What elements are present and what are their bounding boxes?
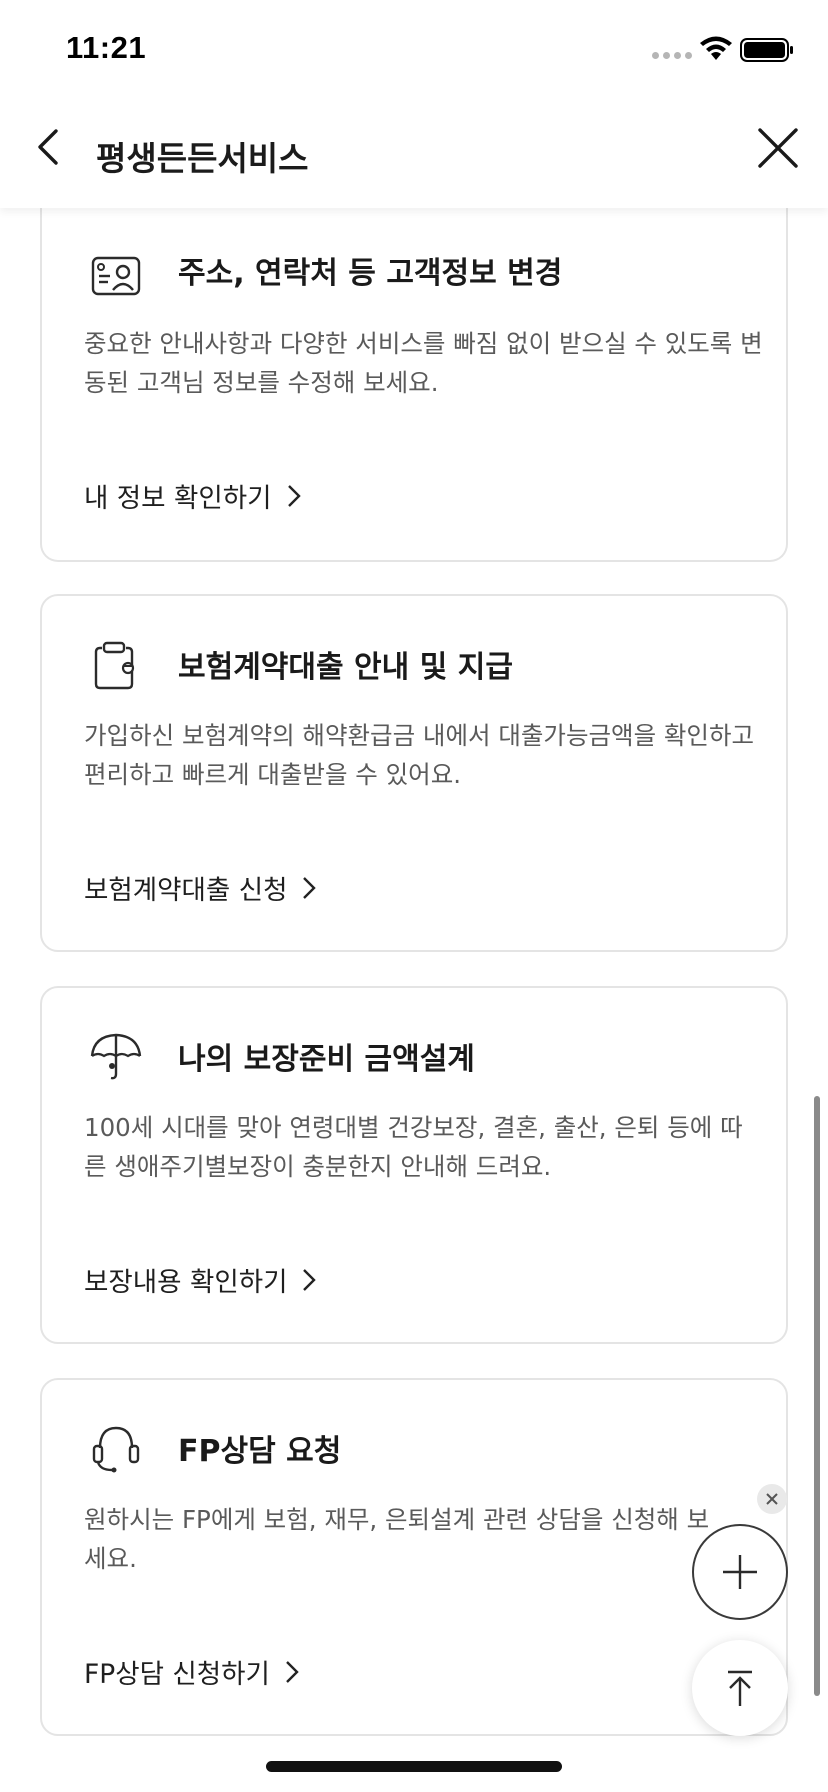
coverage-check-link[interactable]: 보장내용 확인하기: [84, 1260, 317, 1299]
link-label: 보장내용 확인하기: [84, 1267, 288, 1298]
card-title: 주소, 연락처 등 고객정보 변경: [178, 256, 563, 291]
my-info-link[interactable]: 내 정보 확인하기: [84, 476, 302, 515]
headset-icon: [92, 1426, 140, 1473]
status-bar: 11:21: [0, 0, 828, 96]
wifi-icon: [700, 36, 732, 60]
card-title: 보험계약대출 안내 및 지급: [178, 650, 513, 685]
link-label: 보험계약대출 신청: [84, 875, 288, 906]
card-title: FP상담 요청: [178, 1434, 342, 1469]
scroll-to-top-button[interactable]: [692, 1640, 788, 1736]
scrollbar[interactable]: [814, 1096, 820, 1696]
status-time: 11:21: [66, 30, 147, 65]
card-coverage-design: 나의 보장준비 금액설계 100세 시대를 맞아 연령대별 건강보장, 결혼, …: [40, 986, 788, 1344]
link-label: 내 정보 확인하기: [84, 483, 272, 514]
close-icon[interactable]: [756, 126, 800, 170]
fp-consult-apply-link[interactable]: FP상담 신청하기: [84, 1652, 300, 1691]
arrow-up-icon: [728, 1670, 752, 1706]
fab-dismiss-button[interactable]: [757, 1484, 787, 1514]
close-icon: [766, 1493, 778, 1505]
policy-loan-apply-link[interactable]: 보험계약대출 신청: [84, 868, 317, 907]
content-scroll-area[interactable]: 주소, 연락처 등 고객정보 변경 중요한 안내사항과 다양한 서비스를 빠짐 …: [0, 0, 828, 1792]
back-button[interactable]: [28, 122, 68, 172]
card-description: 가입하신 보험계약의 해약환급금 내에서 대출가능금액을 확인하고 편리하고 빠…: [84, 721, 755, 789]
card-description: 중요한 안내사항과 다양한 서비스를 빠짐 없이 받으실 수 있도록 변동된 고…: [84, 329, 763, 397]
profile-card-icon: [91, 256, 141, 296]
chevron-left-icon: [38, 129, 58, 165]
chevron-right-icon: [287, 484, 301, 507]
page-title: 평생든든서비스: [96, 139, 309, 178]
card-fp-consult: FP상담 요청 원하시는 FP에게 보험, 재무, 은퇴설계 관련 상담을 신청…: [40, 1378, 788, 1736]
card-description: 100세 시대를 맞아 연령대별 건강보장, 결혼, 출산, 은퇴 등에 따른 …: [84, 1113, 743, 1181]
chevron-right-icon: [303, 876, 317, 899]
battery-icon: [740, 38, 793, 62]
plus-icon: [723, 1555, 757, 1589]
chevron-right-icon: [303, 1268, 317, 1291]
chevron-right-icon: [286, 1660, 299, 1683]
fab-add-button[interactable]: [692, 1524, 788, 1620]
umbrella-icon: [90, 1033, 142, 1080]
card-customer-info: 주소, 연락처 등 고객정보 변경 중요한 안내사항과 다양한 서비스를 빠짐 …: [40, 196, 788, 562]
card-policy-loan: 보험계약대출 안내 및 지급 가입하신 보험계약의 해약환급금 내에서 대출가능…: [40, 594, 788, 952]
card-title: 나의 보장준비 금액설계: [178, 1042, 475, 1077]
card-description: 원하시는 FP에게 보험, 재무, 은퇴설계 관련 상담을 신청해 보세요.: [84, 1505, 710, 1573]
link-label: FP상담 신청하기: [84, 1659, 270, 1690]
screen: 주소, 연락처 등 고객정보 변경 중요한 안내사항과 다양한 서비스를 빠짐 …: [0, 0, 828, 1792]
cellular-signal-icon: [652, 52, 692, 59]
nav-header: 평생든든서비스: [0, 96, 828, 208]
clipboard-icon: [94, 641, 135, 690]
home-indicator[interactable]: [266, 1761, 562, 1772]
